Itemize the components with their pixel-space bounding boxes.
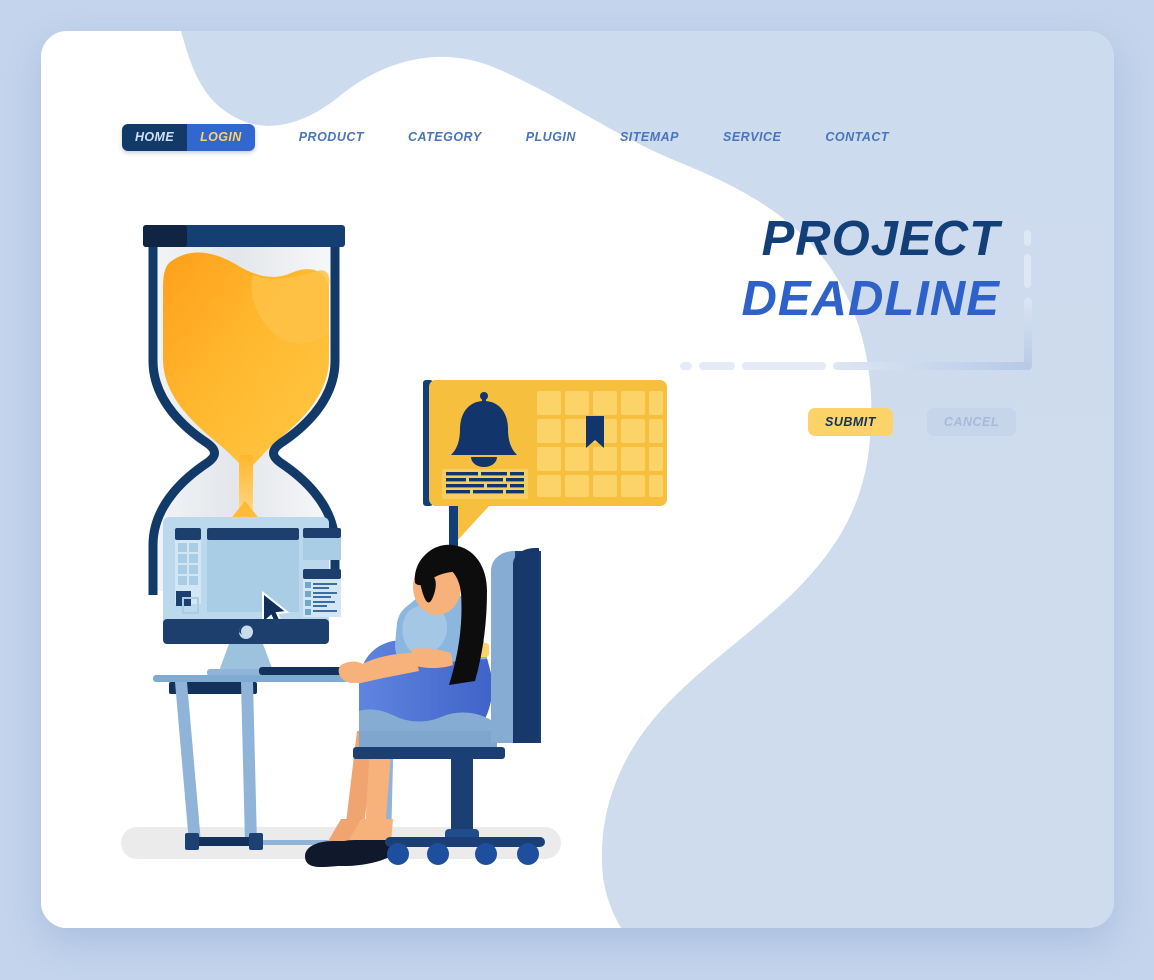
nav-item-home-label: HOME bbox=[135, 130, 175, 144]
nav-item-sitemap[interactable]: SITEMAP bbox=[620, 130, 679, 144]
page-title: PROJECT DEADLINE bbox=[680, 212, 1040, 326]
page-root: HOME LOGIN PRODUCT CATEGORY PLUGIN SITEM… bbox=[0, 0, 1154, 980]
caster bbox=[387, 843, 409, 865]
caster bbox=[427, 843, 449, 865]
illustration-layer bbox=[41, 31, 1114, 928]
hero-actions: SUBMIT CANCEL bbox=[808, 408, 1017, 436]
nav-links: PRODUCT CATEGORY PLUGIN SITEMAP SERVICE … bbox=[299, 130, 889, 144]
top-navigation: HOME LOGIN PRODUCT CATEGORY PLUGIN SITEM… bbox=[122, 123, 889, 151]
decoration-vertical-bar bbox=[1024, 298, 1032, 370]
nav-item-login[interactable]: LOGIN bbox=[187, 123, 255, 151]
decoration-dashed-underline bbox=[680, 362, 1032, 370]
nav-item-plugin[interactable]: PLUGIN bbox=[526, 130, 576, 144]
decoration-dash-4 bbox=[833, 362, 1029, 370]
nav-item-login-label: LOGIN bbox=[200, 130, 242, 144]
decoration-dash-2 bbox=[699, 362, 735, 370]
nav-item-contact[interactable]: CONTACT bbox=[825, 130, 889, 144]
caster bbox=[517, 843, 539, 865]
hero-heading-block: PROJECT DEADLINE bbox=[680, 212, 1040, 370]
notification-bubble bbox=[423, 380, 667, 556]
nav-item-category[interactable]: CATEGORY bbox=[408, 130, 482, 144]
cancel-button[interactable]: CANCEL bbox=[926, 408, 1017, 436]
decoration-vertical-dash-mid bbox=[1024, 254, 1031, 288]
page-title-line-2: DEADLINE bbox=[741, 271, 1000, 326]
decoration-vertical-dash-top bbox=[1024, 230, 1031, 246]
nav-item-product[interactable]: PRODUCT bbox=[299, 130, 364, 144]
nav-item-home[interactable]: HOME bbox=[122, 123, 188, 151]
hero-illustration bbox=[121, 225, 667, 867]
caster bbox=[475, 843, 497, 865]
decoration-dash-1 bbox=[680, 362, 692, 370]
nav-auth-pill: HOME LOGIN bbox=[122, 123, 255, 151]
submit-button[interactable]: SUBMIT bbox=[808, 408, 893, 436]
desktop-monitor bbox=[163, 517, 341, 676]
page-title-line-1: PROJECT bbox=[761, 212, 1000, 266]
decoration-dash-3 bbox=[742, 362, 826, 370]
text-lines-block bbox=[442, 469, 528, 499]
nav-item-service[interactable]: SERVICE bbox=[723, 130, 781, 144]
